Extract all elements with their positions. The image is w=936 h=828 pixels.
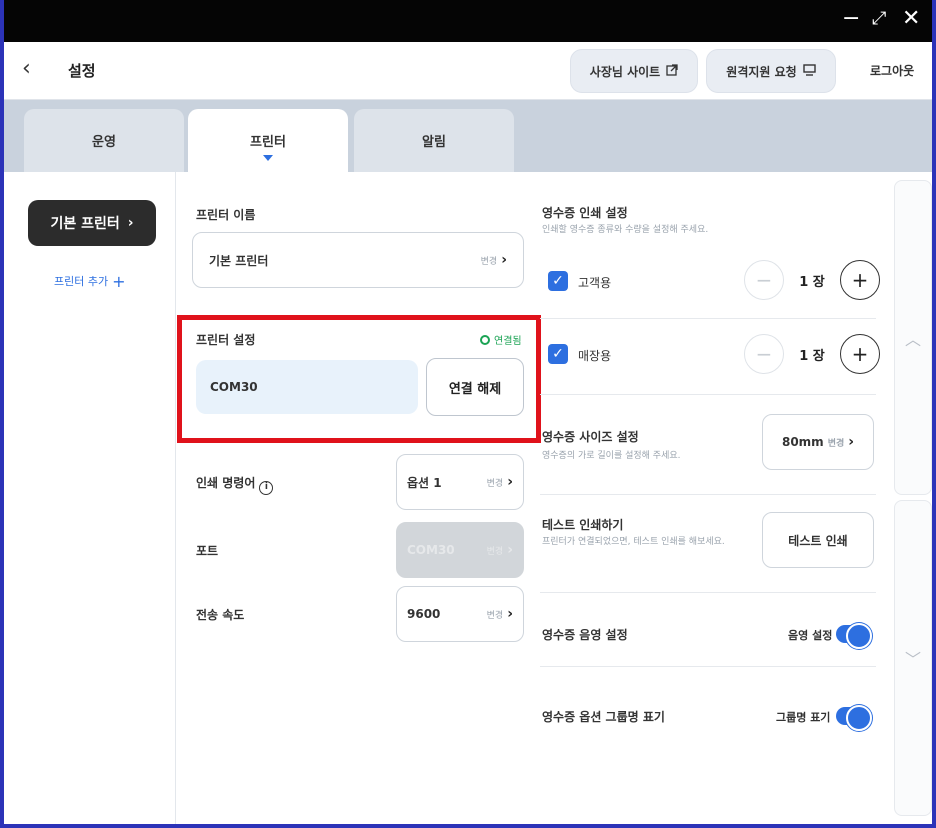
- window-frame: [0, 0, 936, 828]
